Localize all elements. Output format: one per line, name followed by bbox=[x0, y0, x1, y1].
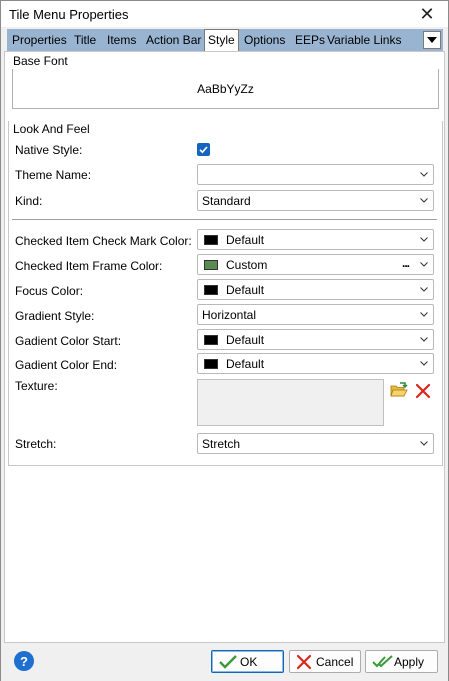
focus-color-label: Focus Color: bbox=[15, 284, 84, 298]
gradient-start-combo[interactable]: Default bbox=[197, 329, 434, 350]
chevron-down-icon bbox=[420, 198, 428, 203]
tab-action-bar[interactable]: Action Bar bbox=[143, 31, 204, 51]
tab-options[interactable]: Options bbox=[241, 31, 288, 51]
font-sample-text: AaBbYyZz bbox=[197, 81, 254, 96]
tab-items[interactable]: Items bbox=[104, 31, 139, 51]
tab-variable-links[interactable]: Variable Links bbox=[324, 31, 404, 51]
gradient-style-label: Gradient Style: bbox=[15, 309, 95, 323]
gradient-style-combo[interactable]: Horizontal bbox=[197, 304, 434, 325]
cancel-button-label: Cancel bbox=[316, 655, 354, 669]
apply-button-label: Apply bbox=[394, 655, 425, 669]
style-tab-panel: Base Font AaBbYyZz Look And Feel Native … bbox=[4, 51, 445, 643]
ok-button[interactable]: OK bbox=[211, 650, 284, 673]
stretch-label: Stretch: bbox=[15, 437, 57, 451]
focus-color-combo[interactable]: Default bbox=[197, 279, 434, 300]
kind-label: Kind: bbox=[15, 194, 43, 208]
frame-color-value: Custom bbox=[226, 258, 268, 272]
base-font-sample[interactable]: AaBbYyZz bbox=[12, 69, 439, 109]
cancel-button[interactable]: Cancel bbox=[289, 650, 361, 673]
dialog-window: Tile Menu Properties ✕ Properties Title … bbox=[0, 0, 449, 681]
gradient-start-value: Default bbox=[226, 333, 265, 347]
stretch-combo[interactable]: Stretch bbox=[197, 433, 434, 454]
chevron-down-icon bbox=[420, 312, 428, 317]
check-mark-color-value: Default bbox=[226, 233, 265, 247]
title-bar: Tile Menu Properties ✕ bbox=[1, 1, 448, 27]
look-and-feel-group-label: Look And Feel bbox=[12, 122, 91, 136]
help-icon[interactable]: ? bbox=[14, 651, 34, 671]
stretch-value: Stretch bbox=[202, 437, 241, 451]
gradient-end-combo[interactable]: Default bbox=[197, 353, 434, 374]
apply-double-check-icon bbox=[372, 655, 393, 668]
tab-overflow-dropdown[interactable] bbox=[423, 31, 441, 49]
texture-preview[interactable] bbox=[197, 379, 384, 426]
clear-x-icon[interactable] bbox=[415, 383, 431, 399]
color-swatch bbox=[204, 260, 218, 270]
chevron-down-icon bbox=[420, 441, 428, 446]
check-mark-color-label: Checked Item Check Mark Color: bbox=[15, 234, 192, 248]
base-font-group-label: Base Font bbox=[12, 54, 69, 68]
gradient-end-label: Gadient Color End: bbox=[15, 358, 118, 372]
frame-color-combo[interactable]: Custom ... bbox=[197, 254, 434, 275]
gradient-style-value: Horizontal bbox=[202, 308, 257, 322]
tab-title[interactable]: Title bbox=[71, 31, 99, 51]
kind-value: Standard bbox=[202, 194, 251, 208]
kind-combo[interactable]: Standard bbox=[197, 190, 434, 211]
focus-color-value: Default bbox=[226, 283, 265, 297]
ok-check-icon bbox=[219, 655, 237, 669]
chevron-down-icon bbox=[420, 237, 428, 242]
chevron-down-icon bbox=[420, 361, 428, 366]
check-mark-color-combo[interactable]: Default bbox=[197, 229, 434, 250]
cancel-x-icon bbox=[296, 654, 312, 670]
open-folder-icon[interactable] bbox=[390, 382, 408, 398]
apply-button[interactable]: Apply bbox=[365, 650, 438, 673]
gradient-start-label: Gadient Color Start: bbox=[15, 334, 122, 348]
section-divider bbox=[12, 219, 437, 220]
chevron-down-icon bbox=[420, 262, 428, 267]
color-swatch bbox=[204, 285, 218, 295]
color-swatch bbox=[204, 359, 218, 369]
native-style-label: Native Style: bbox=[15, 143, 83, 157]
chevron-down-icon bbox=[420, 172, 428, 177]
tab-style[interactable]: Style bbox=[204, 29, 239, 51]
color-swatch bbox=[204, 335, 218, 345]
tab-properties[interactable]: Properties bbox=[9, 31, 70, 51]
chevron-down-icon bbox=[420, 337, 428, 342]
frame-color-label: Checked Item Frame Color: bbox=[15, 259, 163, 273]
close-icon[interactable]: ✕ bbox=[412, 3, 442, 25]
ok-button-label: OK bbox=[240, 655, 258, 669]
checkmark-icon bbox=[199, 146, 208, 154]
gradient-end-value: Default bbox=[226, 357, 265, 371]
window-title: Tile Menu Properties bbox=[9, 7, 129, 22]
chevron-down-icon bbox=[420, 287, 428, 292]
theme-name-combo[interactable] bbox=[197, 164, 434, 185]
tab-strip: Properties Title Items Action Bar Style … bbox=[7, 29, 443, 51]
texture-label: Texture: bbox=[15, 379, 58, 393]
color-swatch bbox=[204, 235, 218, 245]
frame-color-ellipsis-button[interactable]: ... bbox=[402, 256, 410, 270]
native-style-checkbox[interactable] bbox=[197, 143, 210, 156]
theme-name-label: Theme Name: bbox=[15, 168, 92, 182]
tab-eeps[interactable]: EEPs bbox=[292, 31, 328, 51]
